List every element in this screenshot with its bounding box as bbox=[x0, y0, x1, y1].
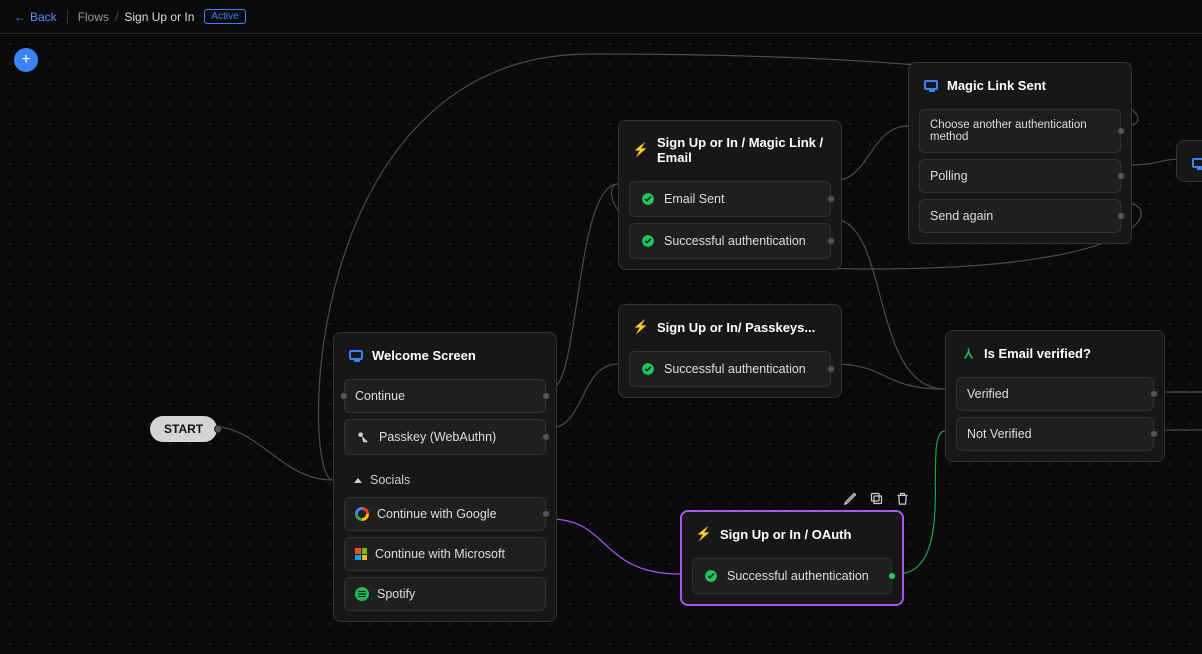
delete-button[interactable] bbox=[894, 490, 910, 506]
node-passkeys[interactable]: ⚡ Sign Up or In/ Passkeys... Successful … bbox=[618, 304, 842, 398]
row-email-sent[interactable]: Email Sent bbox=[629, 181, 831, 217]
back-button[interactable]: ← Back bbox=[14, 10, 57, 24]
port-out[interactable] bbox=[1150, 430, 1158, 438]
port-out[interactable] bbox=[1117, 172, 1125, 180]
port-out[interactable] bbox=[827, 365, 835, 373]
start-label: START bbox=[164, 422, 203, 436]
node-header: Magic Link Sent bbox=[919, 73, 1121, 103]
row-google[interactable]: Continue with Google bbox=[344, 497, 546, 531]
port-out[interactable] bbox=[1117, 127, 1125, 135]
back-label: Back bbox=[30, 10, 57, 24]
row-label: Spotify bbox=[377, 587, 415, 601]
row-label: Continue with Google bbox=[377, 507, 497, 521]
node-header: Welcome Screen bbox=[344, 343, 546, 373]
fork-icon bbox=[960, 345, 976, 361]
arrow-left-icon: ← bbox=[14, 10, 26, 24]
node-toolbar bbox=[842, 490, 910, 506]
row-label: Email Sent bbox=[664, 192, 724, 206]
start-node[interactable]: START bbox=[150, 416, 217, 442]
row-spotify[interactable]: Spotify bbox=[344, 577, 546, 611]
row-label: Successful authentication bbox=[664, 362, 806, 376]
check-circle-icon bbox=[640, 361, 656, 377]
screen-icon bbox=[348, 347, 364, 363]
spotify-icon bbox=[355, 587, 369, 601]
node-header: ⚡ Sign Up or In / OAuth bbox=[692, 522, 892, 552]
check-circle-icon bbox=[640, 191, 656, 207]
port[interactable] bbox=[214, 425, 222, 433]
row-passkey[interactable]: Passkey (WebAuthn) bbox=[344, 419, 546, 455]
node-title: Magic Link Sent bbox=[947, 78, 1046, 93]
node-magic-link-email[interactable]: ⚡ Sign Up or In / Magic Link / Email Ema… bbox=[618, 120, 842, 270]
bolt-icon: ⚡ bbox=[633, 319, 649, 335]
node-offscreen[interactable] bbox=[1176, 140, 1202, 182]
bolt-icon: ⚡ bbox=[633, 142, 649, 158]
check-circle-icon bbox=[640, 233, 656, 249]
port-out[interactable] bbox=[542, 392, 550, 400]
row-label: Successful authentication bbox=[664, 234, 806, 248]
status-badge: Active bbox=[204, 9, 245, 24]
chevron-up-icon bbox=[354, 478, 362, 483]
microsoft-icon bbox=[355, 548, 367, 560]
row-label: Passkey (WebAuthn) bbox=[379, 430, 496, 444]
row-success-auth[interactable]: Successful authentication bbox=[692, 558, 892, 594]
row-choose-method[interactable]: Choose another authentication method bbox=[919, 109, 1121, 153]
node-welcome-screen[interactable]: Welcome Screen Continue Passkey (WebAuth… bbox=[333, 332, 557, 622]
node-title: Is Email verified? bbox=[984, 346, 1091, 361]
node-header: ⚡ Sign Up or In / Magic Link / Email bbox=[629, 131, 831, 175]
row-not-verified[interactable]: Not Verified bbox=[956, 417, 1154, 451]
port-out[interactable] bbox=[827, 237, 835, 245]
node-header: Is Email verified? bbox=[956, 341, 1154, 371]
port-out[interactable] bbox=[1150, 390, 1158, 398]
google-icon bbox=[355, 507, 369, 521]
port-out[interactable] bbox=[888, 572, 896, 580]
breadcrumb-sep: / bbox=[115, 10, 118, 24]
row-label: Send again bbox=[930, 209, 993, 223]
add-node-button[interactable]: + bbox=[14, 48, 38, 72]
port-out[interactable] bbox=[542, 433, 550, 441]
screen-icon bbox=[1191, 155, 1202, 171]
node-header bbox=[1187, 151, 1202, 181]
port-out[interactable] bbox=[542, 510, 550, 518]
plus-icon: + bbox=[21, 51, 30, 69]
breadcrumb-flows[interactable]: Flows bbox=[78, 10, 109, 24]
node-title: Welcome Screen bbox=[372, 348, 476, 363]
copy-button[interactable] bbox=[868, 490, 884, 506]
row-verified[interactable]: Verified bbox=[956, 377, 1154, 411]
port-out[interactable] bbox=[827, 195, 835, 203]
port-out[interactable] bbox=[1117, 212, 1125, 220]
breadcrumb: Flows / Sign Up or In bbox=[78, 10, 195, 24]
row-label: Verified bbox=[967, 387, 1009, 401]
node-title: Sign Up or In / Magic Link / Email bbox=[657, 135, 827, 165]
key-icon bbox=[355, 429, 371, 445]
row-continue[interactable]: Continue bbox=[344, 379, 546, 413]
row-label: Successful authentication bbox=[727, 569, 869, 583]
row-microsoft[interactable]: Continue with Microsoft bbox=[344, 537, 546, 571]
screen-icon bbox=[923, 77, 939, 93]
row-socials-header[interactable]: Socials bbox=[344, 461, 546, 491]
port-in[interactable] bbox=[340, 392, 348, 400]
flow-canvas[interactable]: + START Welcome Screen bbox=[0, 34, 1202, 654]
node-email-verified[interactable]: Is Email verified? Verified Not Verified bbox=[945, 330, 1165, 462]
row-label: Choose another authentication method bbox=[930, 119, 1110, 143]
node-oauth[interactable]: ⚡ Sign Up or In / OAuth Successful authe… bbox=[680, 510, 904, 606]
row-label: Not Verified bbox=[967, 427, 1032, 441]
row-polling[interactable]: Polling bbox=[919, 159, 1121, 193]
row-label: Socials bbox=[370, 473, 410, 487]
node-title: Sign Up or In/ Passkeys... bbox=[657, 320, 815, 335]
row-label: Polling bbox=[930, 169, 968, 183]
node-magic-link-sent[interactable]: Magic Link Sent Choose another authentic… bbox=[908, 62, 1132, 244]
edit-button[interactable] bbox=[842, 490, 858, 506]
row-send-again[interactable]: Send again bbox=[919, 199, 1121, 233]
breadcrumb-current: Sign Up or In bbox=[124, 10, 194, 24]
row-success-auth[interactable]: Successful authentication bbox=[629, 223, 831, 259]
top-bar: ← Back Flows / Sign Up or In Active bbox=[0, 0, 1202, 34]
check-circle-icon bbox=[703, 568, 719, 584]
row-label: Continue with Microsoft bbox=[375, 547, 505, 561]
row-label: Continue bbox=[355, 389, 405, 403]
node-header: ⚡ Sign Up or In/ Passkeys... bbox=[629, 315, 831, 345]
node-title: Sign Up or In / OAuth bbox=[720, 527, 851, 542]
divider bbox=[67, 10, 68, 24]
row-success-auth[interactable]: Successful authentication bbox=[629, 351, 831, 387]
bolt-icon: ⚡ bbox=[696, 526, 712, 542]
